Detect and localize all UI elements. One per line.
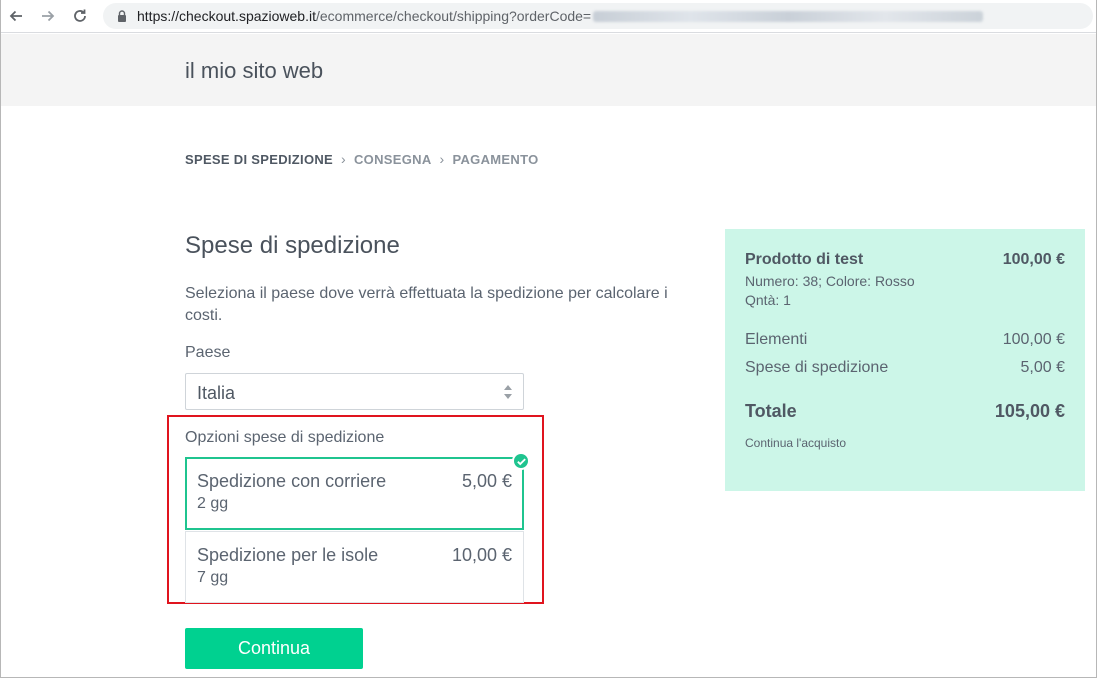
breadcrumb-item-payment: PAGAMENTO xyxy=(452,151,539,167)
back-button[interactable] xyxy=(4,4,28,28)
intro-text: Seleziona il paese dove verrà effettuata… xyxy=(185,285,668,324)
reload-icon xyxy=(74,9,86,22)
product-attributes: Numero: 38; Colore: Rosso xyxy=(745,273,915,289)
product-price: 100,00 € xyxy=(1002,251,1065,268)
forward-arrow-icon xyxy=(42,10,55,22)
reload-button[interactable] xyxy=(68,4,92,28)
url-host: https://checkout.spazioweb.it xyxy=(137,8,316,24)
shipping-option-islands[interactable]: Spedizione per le isole 7 gg 10,00 € xyxy=(185,531,524,603)
address-bar[interactable]: https://checkout.spazioweb.it/ecommerce/… xyxy=(103,3,1093,29)
site-header: il mio sito web xyxy=(1,34,1096,106)
page-title: Spese di spedizione xyxy=(185,232,400,259)
browser-toolbar: https://checkout.spazioweb.it/ecommerce/… xyxy=(0,0,1097,33)
option-days: 2 gg xyxy=(197,495,229,512)
option-name: Spedizione per le isole xyxy=(197,545,379,565)
breadcrumb-item-shipping: SPESE DI SPEDIZIONE xyxy=(185,151,334,167)
country-select[interactable]: Italia xyxy=(185,373,524,410)
shipping-cost-label: Spese di spedizione xyxy=(745,359,889,376)
option-price: 10,00 € xyxy=(451,545,512,565)
shipping-cost-value: 5,00 € xyxy=(1020,359,1065,376)
selected-check-icon xyxy=(512,452,530,470)
option-days: 7 gg xyxy=(197,569,229,586)
breadcrumb-item-delivery: CONSEGNA xyxy=(353,151,432,167)
breadcrumb: SPESE DI SPEDIZIONE › CONSEGNA › PAGAMEN… xyxy=(185,151,539,167)
lock-icon xyxy=(118,10,126,22)
url-text: https://checkout.spazioweb.it/ecommerce/… xyxy=(137,8,984,24)
country-label: Paese xyxy=(185,344,231,361)
breadcrumb-separator: › xyxy=(341,151,346,167)
shipping-options-label: Opzioni spese di spedizione xyxy=(185,429,385,446)
select-arrows-icon xyxy=(504,385,512,399)
items-label: Elementi xyxy=(745,331,808,348)
forward-button[interactable] xyxy=(36,4,60,28)
product-name: Prodotto di test xyxy=(745,251,864,268)
continue-button[interactable]: Continua xyxy=(185,628,363,669)
total-label: Totale xyxy=(745,401,797,421)
breadcrumb-separator: › xyxy=(439,151,445,167)
items-value: 100,00 € xyxy=(1002,331,1065,348)
back-arrow-icon xyxy=(9,10,22,22)
url-path: /ecommerce/checkout/shipping?orderCode= xyxy=(316,8,592,24)
option-name: Spedizione con corriere xyxy=(197,471,387,491)
country-select-value: Italia xyxy=(197,383,236,403)
site-title[interactable]: il mio sito web xyxy=(185,58,323,84)
url-redacted-code xyxy=(593,11,984,22)
shipping-option-courier[interactable]: Spedizione con corriere 2 gg 5,00 € xyxy=(185,457,524,530)
option-price: 5,00 € xyxy=(461,471,512,491)
continue-shopping-link[interactable]: Continua l'acquisto xyxy=(745,436,846,450)
product-quantity: Qntà: 1 xyxy=(745,292,791,308)
total-value: 105,00 € xyxy=(994,401,1065,421)
order-summary: Prodotto di test 100,00 € Numero: 38; Co… xyxy=(725,229,1085,491)
